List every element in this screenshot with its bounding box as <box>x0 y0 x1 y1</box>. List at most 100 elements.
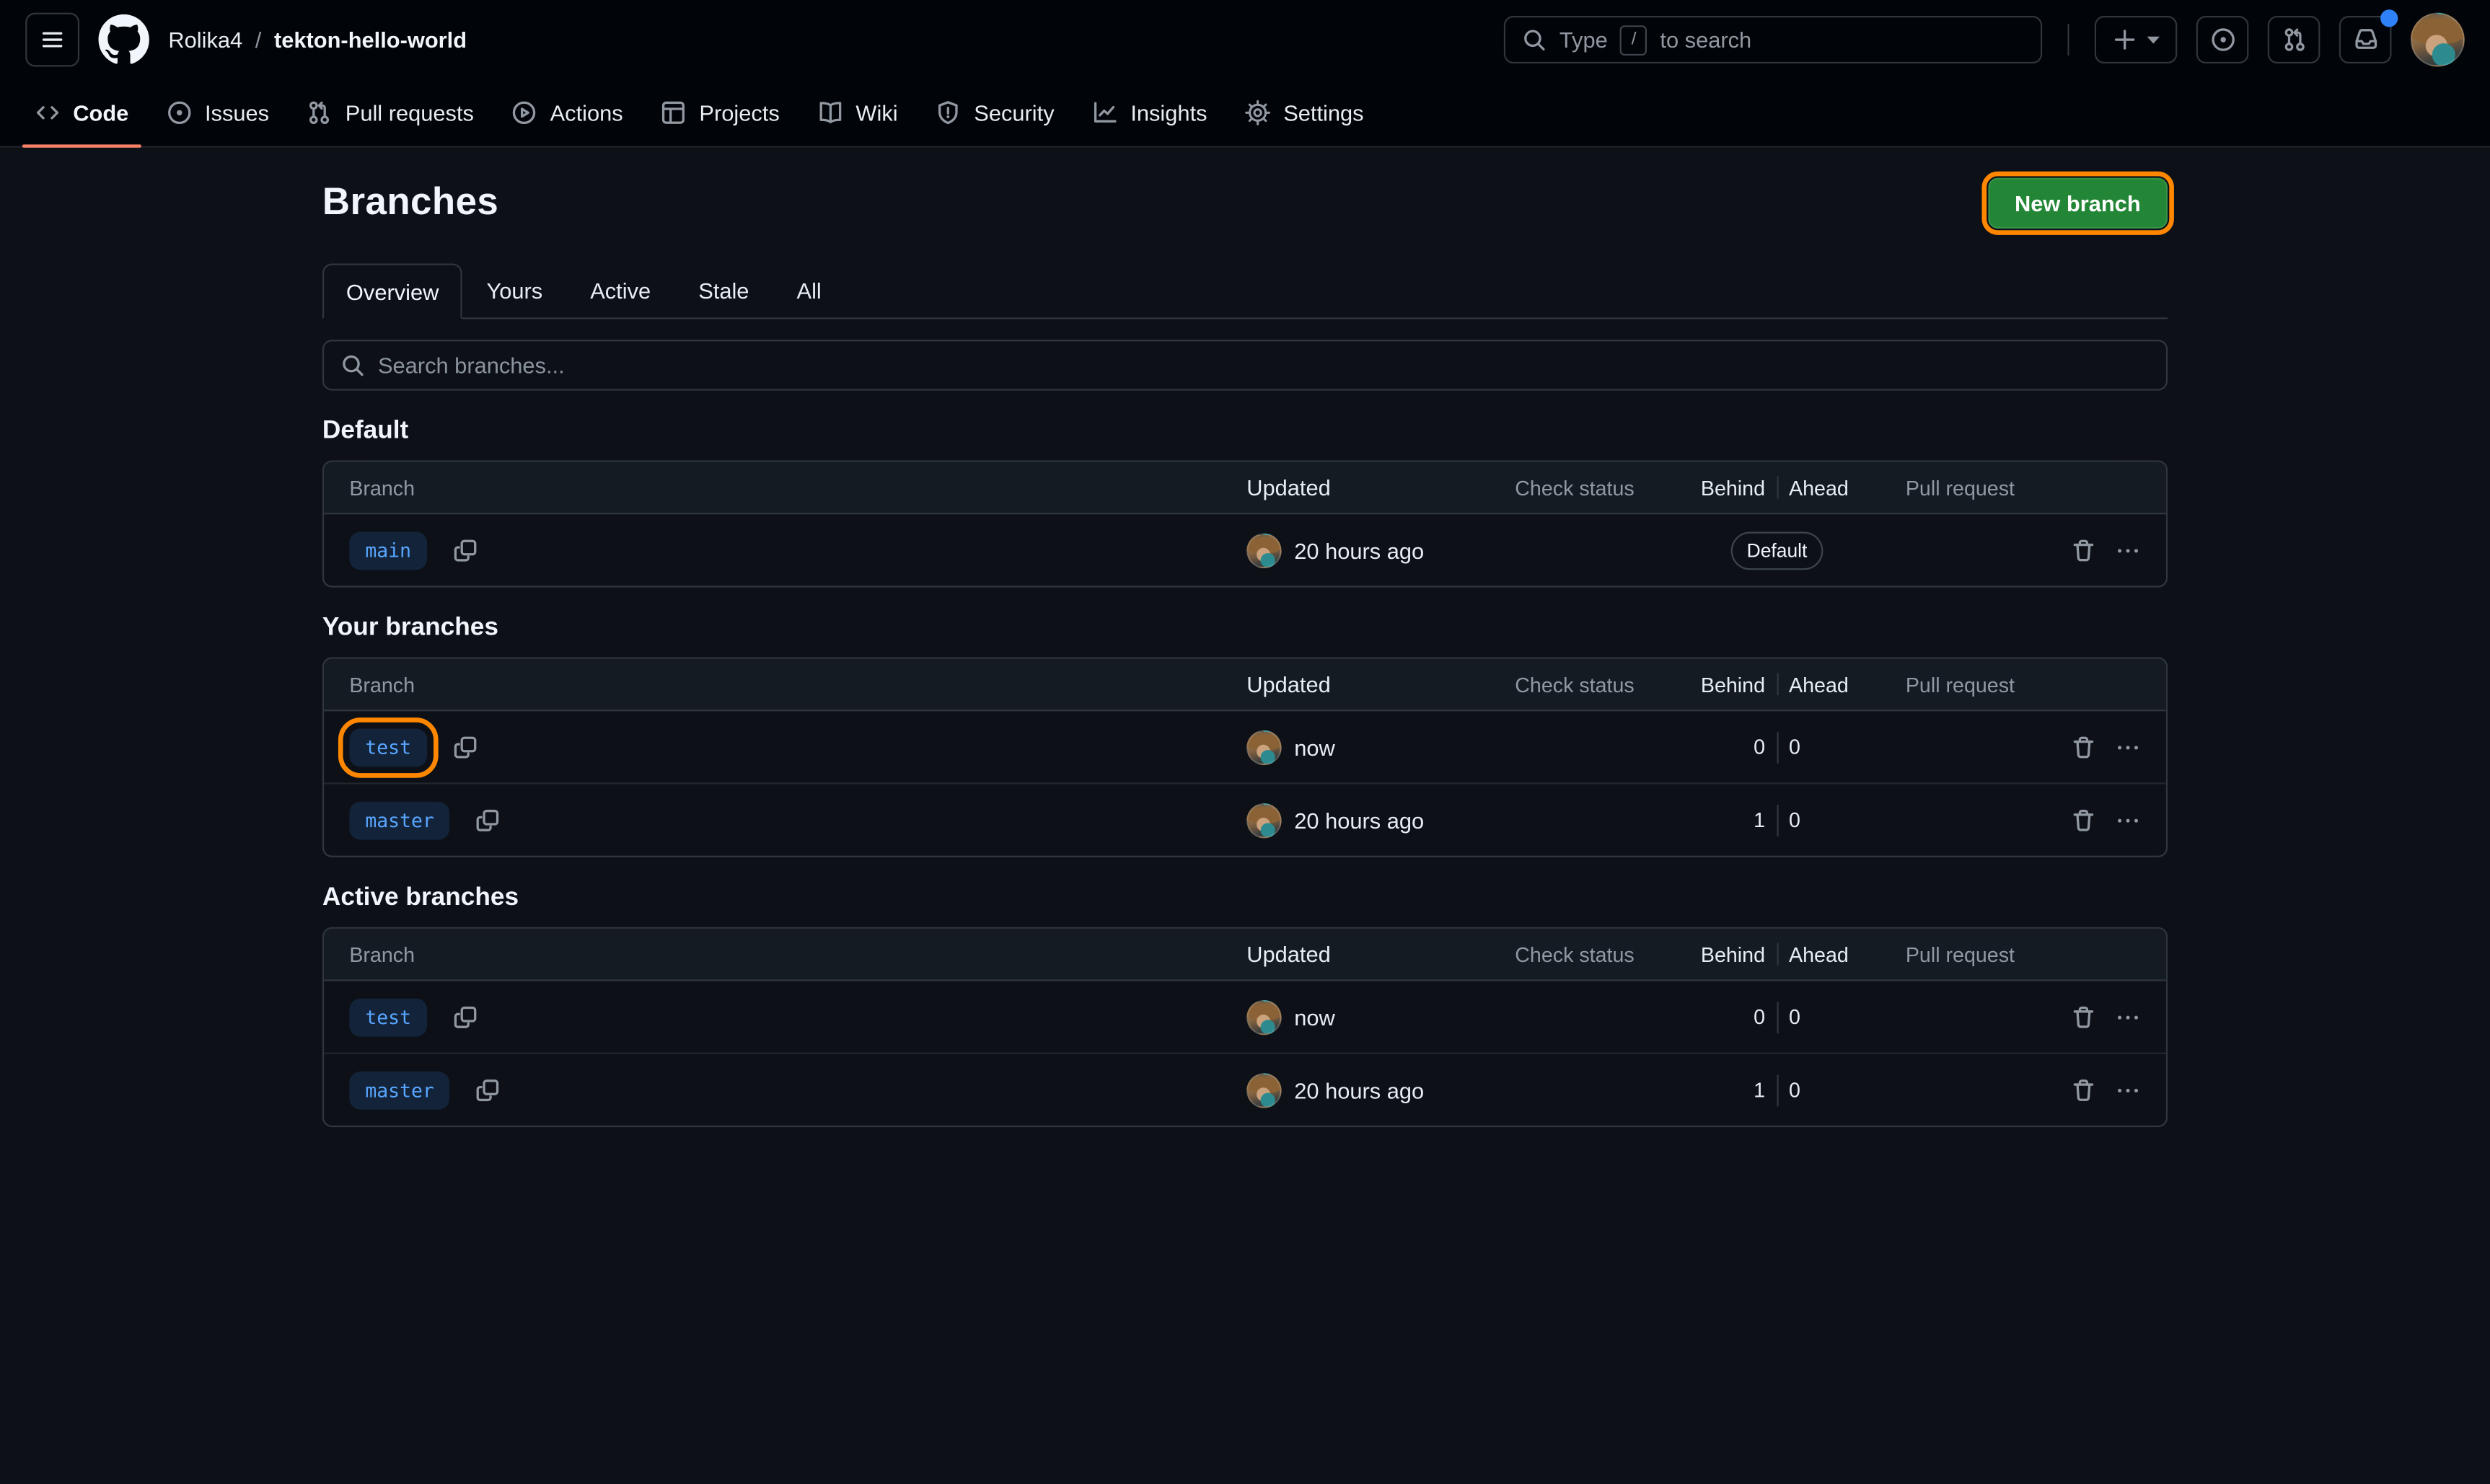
kebab-horizontal-icon <box>2115 537 2140 562</box>
github-branches-page: Rolika4 / tekton-hello-world Type / to s… <box>0 0 2490 1484</box>
copy-icon <box>452 1004 478 1029</box>
tab-overview[interactable]: Overview <box>322 263 463 319</box>
kebab-menu-button[interactable] <box>2115 537 2140 562</box>
branch-name-link[interactable]: master <box>349 801 449 839</box>
tab-active[interactable]: Active <box>566 262 674 317</box>
column-header-check-status: Check status <box>1515 475 1658 499</box>
nav-label: Actions <box>550 100 623 125</box>
trash-icon <box>2071 807 2096 832</box>
user-avatar[interactable] <box>2411 13 2465 67</box>
copy-branch-name-button[interactable] <box>475 1077 501 1103</box>
branch-section: Your branches Branch Updated Check statu… <box>322 614 2168 857</box>
updated-time: 20 hours ago <box>1294 1077 1424 1103</box>
nav-label: Code <box>73 100 128 125</box>
copy-branch-name-button[interactable] <box>452 537 478 562</box>
column-header-ahead: Ahead <box>1778 475 1896 499</box>
copy-icon <box>475 807 501 832</box>
branch-row: main 20 hours ago Default <box>324 514 2166 586</box>
updated-time: now <box>1294 1004 1335 1029</box>
nav-item-pull-requests[interactable]: Pull requests <box>294 79 486 146</box>
row-avatar[interactable] <box>1246 803 1281 837</box>
nav-item-projects[interactable]: Projects <box>648 79 792 146</box>
nav-item-wiki[interactable]: Wiki <box>805 79 910 146</box>
row-avatar[interactable] <box>1246 533 1281 567</box>
column-header-updated: Updated <box>1246 474 1515 500</box>
branch-name-link[interactable]: main <box>349 531 427 569</box>
column-header-behind-ahead: Behind Ahead <box>1658 942 1896 966</box>
branch-name-link[interactable]: master <box>349 1071 449 1109</box>
column-header-branch: Branch <box>324 672 1246 696</box>
trash-icon <box>2071 537 2096 562</box>
trash-icon <box>2071 1077 2096 1103</box>
issue-opened-icon <box>167 100 192 125</box>
table-icon <box>661 100 687 125</box>
nav-label: Issues <box>205 100 269 125</box>
github-logo-icon[interactable] <box>98 14 149 65</box>
notification-dot <box>2380 9 2398 27</box>
kebab-menu-button[interactable] <box>2115 1004 2140 1029</box>
tab-yours[interactable]: Yours <box>462 262 566 317</box>
code-icon <box>35 100 60 125</box>
row-avatar[interactable] <box>1246 1072 1281 1107</box>
delete-branch-button[interactable] <box>2071 734 2096 759</box>
delete-branch-button[interactable] <box>2071 1077 2096 1103</box>
tab-stale[interactable]: Stale <box>674 262 773 317</box>
nav-item-security[interactable]: Security <box>923 79 1067 146</box>
delete-branch-button[interactable] <box>2071 1004 2096 1029</box>
kebab-menu-button[interactable] <box>2115 734 2140 759</box>
global-search-button[interactable]: Type / to search <box>1504 16 2042 63</box>
branch-section: Active branches Branch Updated Check sta… <box>322 884 2168 1127</box>
new-branch-button[interactable]: New branch <box>1988 178 2168 229</box>
repo-owner-link[interactable]: Rolika4 <box>168 27 242 52</box>
graph-icon <box>1092 100 1117 125</box>
branch-name-link[interactable]: test <box>349 998 427 1036</box>
nav-item-code[interactable]: Code <box>22 79 141 146</box>
kebab-menu-button[interactable] <box>2115 1077 2140 1103</box>
search-branches-input[interactable] <box>322 340 2168 390</box>
kebab-menu-button[interactable] <box>2115 807 2140 832</box>
column-header-updated: Updated <box>1246 671 1515 697</box>
repo-name-link[interactable]: tekton-hello-world <box>274 27 467 52</box>
hamburger-menu-button[interactable] <box>25 13 79 67</box>
copy-branch-name-button[interactable] <box>452 734 478 759</box>
branches-table: Branch Updated Check status Behind Ahead… <box>322 460 2168 587</box>
tab-all[interactable]: All <box>773 262 845 317</box>
branch-row: master 20 hours ago 1 0 <box>324 782 2166 855</box>
branch-name-link[interactable]: test <box>349 728 427 766</box>
table-body: main 20 hours ago Default <box>324 514 2166 586</box>
column-header-pull-request: Pull request <box>1896 475 2052 499</box>
behind-count: 1 <box>1658 1078 1776 1102</box>
behind-ahead-cell: Default <box>1658 531 1896 569</box>
global-search-text-prefix: Type <box>1559 27 1608 52</box>
branch-sections: Default Branch Updated Check status Behi… <box>322 418 2168 1127</box>
column-header-behind: Behind <box>1658 672 1776 696</box>
nav-item-settings[interactable]: Settings <box>1233 79 1376 146</box>
global-issues-button[interactable] <box>2196 16 2249 63</box>
column-header-behind: Behind <box>1658 942 1776 966</box>
three-bars-icon <box>40 27 65 52</box>
git-pull-request-icon <box>307 100 333 125</box>
global-pull-requests-button[interactable] <box>2268 16 2320 63</box>
nav-label: Wiki <box>855 100 897 125</box>
delete-branch-button[interactable] <box>2071 807 2096 832</box>
kebab-horizontal-icon <box>2115 807 2140 832</box>
branches-table: Branch Updated Check status Behind Ahead… <box>322 927 2168 1127</box>
column-header-behind-ahead: Behind Ahead <box>1658 475 1896 499</box>
copy-branch-name-button[interactable] <box>452 1004 478 1029</box>
nav-item-issues[interactable]: Issues <box>154 79 282 146</box>
copy-branch-name-button[interactable] <box>475 807 501 832</box>
row-avatar[interactable] <box>1246 730 1281 764</box>
nav-label: Settings <box>1283 100 1363 125</box>
kebab-horizontal-icon <box>2115 1077 2140 1103</box>
behind-count: 0 <box>1658 1005 1776 1029</box>
copy-icon <box>475 1077 501 1103</box>
column-header-behind-ahead: Behind Ahead <box>1658 672 1896 696</box>
nav-item-insights[interactable]: Insights <box>1080 79 1220 146</box>
row-avatar[interactable] <box>1246 999 1281 1034</box>
kebab-horizontal-icon <box>2115 734 2140 759</box>
ahead-count: 0 <box>1778 1005 1896 1029</box>
column-header-ahead: Ahead <box>1778 942 1896 966</box>
delete-branch-button[interactable] <box>2071 537 2096 562</box>
nav-item-actions[interactable]: Actions <box>499 79 635 146</box>
create-new-button[interactable] <box>2095 16 2177 63</box>
